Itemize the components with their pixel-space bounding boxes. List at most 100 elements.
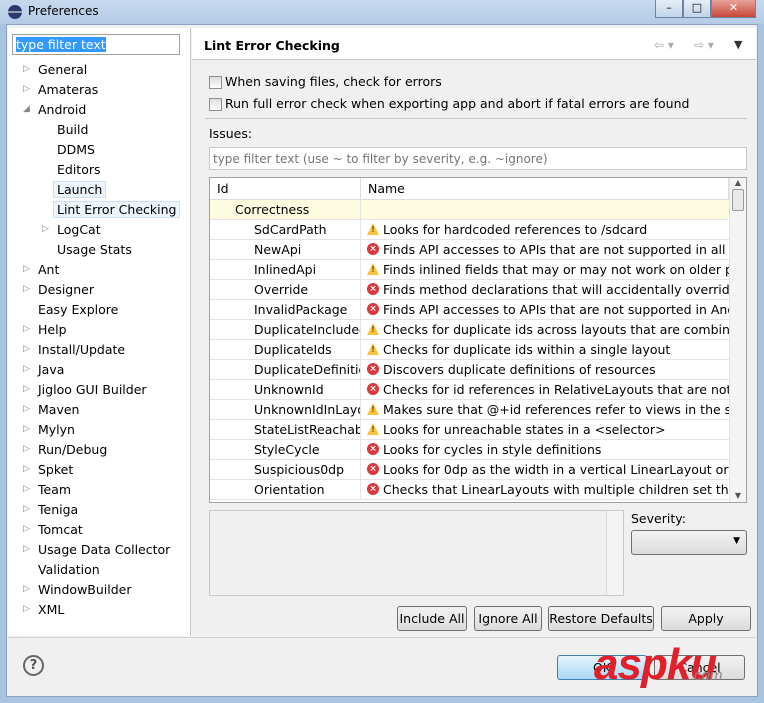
expand-icon[interactable]: ▷ (23, 60, 30, 79)
watermark-suffix: .com (690, 667, 723, 684)
tree-item[interactable]: Designer (38, 280, 94, 299)
scroll-up-icon[interactable]: ▲ (730, 178, 746, 187)
table-row[interactable]: DuplicateIncludedIds! Checks for duplicat… (210, 320, 729, 340)
tree-item[interactable]: Install/Update (38, 340, 125, 359)
apply-button[interactable]: Apply (661, 606, 751, 631)
tree-item-label: Ant (38, 262, 60, 277)
severity-combo[interactable]: ▼ (631, 530, 747, 555)
category-row[interactable]: Correctness (210, 200, 729, 220)
restore-defaults-button[interactable]: Restore Defaults (548, 606, 654, 631)
back-icon[interactable]: ⇦ ▾ (654, 38, 674, 52)
tree-item[interactable]: Editors (57, 160, 101, 179)
forward-icon[interactable]: ⇨ ▾ (694, 38, 714, 52)
tree-item[interactable]: Build (57, 120, 88, 139)
maximize-button[interactable]: □ (683, 0, 711, 18)
scroll-thumb[interactable] (732, 189, 744, 211)
tree-item[interactable]: Team (38, 480, 71, 499)
issues-table: Id Name Correctness SdCardPath! Looks for… (209, 177, 747, 503)
expand-icon[interactable]: ▷ (23, 80, 30, 99)
expand-icon[interactable]: ▷ (23, 400, 30, 419)
tree-item[interactable]: LogCat (57, 220, 101, 239)
tree-filter-input[interactable]: type filter text (12, 34, 180, 55)
tree-item-label: XML (38, 602, 65, 617)
table-row[interactable]: Suspicious0dp × Looks for 0dp as the width… (210, 460, 729, 480)
tree-item-label: Help (38, 322, 67, 337)
expand-icon[interactable]: ▷ (23, 420, 30, 439)
expand-icon[interactable]: ▷ (42, 220, 49, 239)
tree-item[interactable]: Jigloo GUI Builder (38, 380, 147, 399)
expand-icon[interactable]: ▷ (23, 360, 30, 379)
expand-icon[interactable]: ▷ (23, 520, 30, 539)
scroll-down-icon[interactable]: ▼ (730, 491, 746, 500)
table-row[interactable]: DuplicateIds! Checks for duplicate ids wi… (210, 340, 729, 360)
table-row[interactable]: StyleCycle × Looks for cycles in style def… (210, 440, 729, 460)
table-row[interactable]: InlinedApi! Finds inlined fields that may… (210, 260, 729, 280)
expand-icon[interactable]: ▷ (23, 320, 30, 339)
tree-item[interactable]: General (38, 60, 87, 79)
check-on-save-label: When saving files, check for errors (225, 74, 442, 89)
expand-icon[interactable]: ▷ (23, 280, 30, 299)
issues-label: Issues: (209, 126, 253, 141)
column-header-name[interactable]: Name (361, 178, 729, 200)
expand-icon[interactable]: ▷ (23, 540, 30, 559)
expand-icon[interactable]: ▷ (23, 580, 30, 599)
page-title: Lint Error Checking (204, 38, 340, 53)
table-row[interactable]: Orientation × Checks that LinearLayouts wi… (210, 480, 729, 500)
description-scrollbar[interactable] (606, 511, 623, 595)
tree-item[interactable]: Amateras (38, 80, 98, 99)
table-row[interactable]: UnknownIdInLayout! Makes sure that @+id r… (210, 400, 729, 420)
tree-item[interactable]: Usage Stats (57, 240, 132, 259)
tree-item[interactable]: Teniga (38, 500, 78, 519)
expand-icon[interactable]: ▷ (23, 480, 30, 499)
table-row[interactable]: NewApi × Finds API accesses to APIs that a… (210, 240, 729, 260)
issues-filter-input[interactable] (209, 147, 747, 170)
tree-item[interactable]: Launch (53, 180, 107, 199)
check-on-export-checkbox[interactable] (209, 98, 222, 111)
column-header-id[interactable]: Id (210, 178, 361, 200)
tree-item-label: DDMS (57, 142, 95, 157)
tree-item-label: Amateras (38, 82, 99, 97)
table-row[interactable]: UnknownId × Checks for id references in Re… (210, 380, 729, 400)
severity-label: Severity: (631, 511, 686, 526)
tree-item[interactable]: Validation (38, 560, 100, 579)
expanded-icon[interactable]: ◢ (23, 100, 30, 119)
expand-icon[interactable]: ▷ (23, 600, 30, 619)
tree-item[interactable]: Maven (38, 400, 79, 419)
error-icon: × (367, 303, 379, 315)
close-button[interactable]: ✕ (711, 0, 756, 18)
tree-item[interactable]: Lint Error Checking (53, 200, 181, 219)
minimize-button[interactable]: – (655, 0, 683, 18)
tree-item[interactable]: Android (38, 100, 86, 119)
table-row[interactable]: InvalidPackage × Finds API accesses to API… (210, 300, 729, 320)
expand-icon[interactable]: ▷ (23, 260, 30, 279)
tree-item[interactable]: Easy Explore (38, 300, 118, 319)
view-menu-icon[interactable]: ▼ (734, 38, 742, 51)
tree-item[interactable]: Java (38, 360, 64, 379)
tree-item[interactable]: Ant (38, 260, 59, 279)
tree-item-label: Android (38, 102, 87, 117)
expand-icon[interactable]: ▷ (23, 440, 30, 459)
expand-icon[interactable]: ▷ (23, 380, 30, 399)
expand-icon[interactable]: ▷ (23, 340, 30, 359)
tree-item[interactable]: Mylyn (38, 420, 75, 439)
ignore-all-button[interactable]: Ignore All (474, 606, 542, 631)
tree-item[interactable]: Spket (38, 460, 73, 479)
expand-icon[interactable]: ▷ (23, 500, 30, 519)
tree-item[interactable]: Run/Debug (38, 440, 107, 459)
tree-item[interactable]: DDMS (57, 140, 95, 159)
table-row[interactable]: SdCardPath! Looks for hardcoded reference… (210, 220, 729, 240)
include-all-button[interactable]: Include All (397, 606, 467, 631)
tree-item[interactable]: Tomcat (38, 520, 83, 539)
table-row[interactable]: StateListReachable! Looks for unreachable… (210, 420, 729, 440)
tree-item[interactable]: XML (38, 600, 64, 619)
tree-item[interactable]: WindowBuilder (38, 580, 132, 599)
separator (8, 637, 756, 638)
check-on-save-checkbox[interactable] (209, 76, 222, 89)
tree-item[interactable]: Help (38, 320, 67, 339)
table-row[interactable]: DuplicateDefinition × Discovers duplicate … (210, 360, 729, 380)
help-icon[interactable]: ? (23, 655, 44, 676)
vertical-scrollbar[interactable]: ▲ ▼ (729, 178, 746, 502)
expand-icon[interactable]: ▷ (23, 460, 30, 479)
tree-item[interactable]: Usage Data Collector (38, 540, 170, 559)
table-row[interactable]: Override × Finds method declarations that … (210, 280, 729, 300)
